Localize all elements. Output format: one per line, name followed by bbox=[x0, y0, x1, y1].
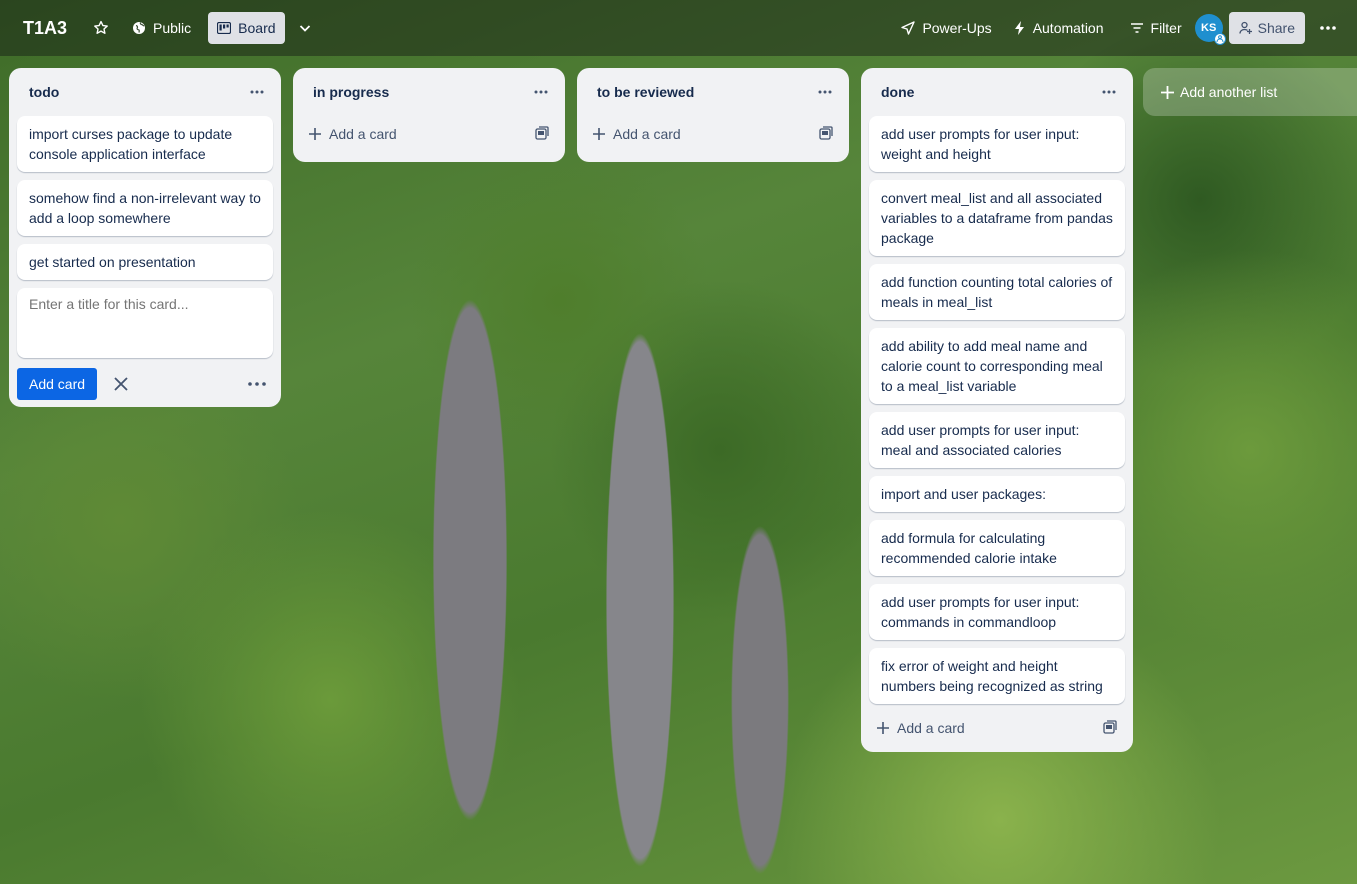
close-icon bbox=[114, 377, 128, 391]
list-menu-button[interactable] bbox=[529, 80, 553, 104]
avatar[interactable]: KS bbox=[1194, 14, 1226, 45]
list-title[interactable]: todo bbox=[29, 84, 59, 100]
board-view-icon bbox=[217, 22, 232, 34]
add-card-label: Add a card bbox=[613, 126, 681, 142]
list-header: in progress bbox=[301, 68, 557, 116]
chevron-down-icon bbox=[299, 25, 310, 32]
plus-icon bbox=[309, 128, 321, 140]
plus-icon bbox=[593, 128, 605, 140]
board-view-label: Board bbox=[238, 20, 276, 36]
add-card-button[interactable]: Add a card bbox=[593, 126, 681, 142]
filter-label: Filter bbox=[1150, 20, 1182, 36]
add-card-row: Add a card bbox=[301, 116, 557, 152]
more-icon bbox=[1102, 90, 1116, 94]
composer-options-button[interactable] bbox=[245, 372, 269, 396]
share-label: Share bbox=[1257, 20, 1295, 36]
card[interactable]: add ability to add meal name and calorie… bbox=[869, 328, 1125, 404]
power-ups-label: Power-Ups bbox=[922, 20, 992, 36]
template-icon bbox=[535, 125, 549, 140]
list-header: done bbox=[869, 68, 1125, 116]
list-done: done add user prompts for user input: we… bbox=[861, 68, 1133, 752]
star-icon bbox=[94, 20, 108, 34]
composer-actions: Add card bbox=[17, 360, 273, 408]
add-card-button[interactable]: Add card bbox=[17, 368, 98, 400]
board-view-button[interactable]: Board bbox=[208, 12, 285, 44]
automation-button[interactable]: Automation bbox=[1005, 12, 1113, 44]
visibility-button[interactable]: Public bbox=[123, 12, 200, 44]
add-card-label: Add a card bbox=[329, 126, 397, 142]
card[interactable]: import and user packages: bbox=[869, 476, 1125, 512]
card[interactable]: add user prompts for user input: command… bbox=[869, 584, 1125, 640]
list-to-be-reviewed: to be reviewed Add a card bbox=[577, 68, 849, 162]
lightning-icon bbox=[1014, 21, 1024, 35]
list-title[interactable]: in progress bbox=[313, 84, 389, 100]
avatar-initials: KS bbox=[1201, 22, 1217, 34]
list-title[interactable]: done bbox=[881, 84, 914, 100]
share-button[interactable]: Share bbox=[1228, 12, 1305, 44]
card[interactable]: convert meal_list and all associated var… bbox=[869, 180, 1125, 256]
board-menu-button[interactable] bbox=[1311, 12, 1345, 44]
create-from-template-button[interactable] bbox=[535, 125, 549, 143]
list-todo: todo import curses package to update con… bbox=[9, 68, 281, 407]
add-card-button[interactable]: Add a card bbox=[877, 720, 965, 736]
add-card-row: Add a card bbox=[869, 710, 1125, 746]
list-menu-button[interactable] bbox=[1097, 80, 1121, 104]
create-from-template-button[interactable] bbox=[819, 125, 833, 143]
filter-icon bbox=[1130, 23, 1143, 33]
card[interactable]: add user prompts for user input: weight … bbox=[869, 116, 1125, 172]
card[interactable]: somehow find a non-irrelevant way to add… bbox=[17, 180, 273, 236]
list-menu-button[interactable] bbox=[245, 80, 269, 104]
add-another-list-button[interactable]: Add another list bbox=[1143, 68, 1357, 116]
power-ups-button[interactable]: Power-Ups bbox=[892, 12, 1000, 44]
list-header: todo bbox=[17, 68, 273, 116]
views-dropdown-button[interactable] bbox=[289, 12, 321, 44]
globe-icon bbox=[133, 22, 146, 34]
card[interactable]: get started on presentation bbox=[17, 244, 273, 280]
admin-badge-icon bbox=[1213, 33, 1226, 45]
add-person-icon bbox=[1238, 21, 1252, 34]
more-icon bbox=[534, 90, 548, 94]
list-in-progress: in progress Add a card bbox=[293, 68, 565, 162]
template-icon bbox=[1103, 719, 1117, 734]
add-card-label: Add a card bbox=[897, 720, 965, 736]
more-icon bbox=[248, 382, 266, 386]
more-icon bbox=[1320, 26, 1336, 30]
list-title[interactable]: to be reviewed bbox=[597, 84, 694, 100]
add-card-button[interactable]: Add a card bbox=[309, 126, 397, 142]
star-button[interactable] bbox=[85, 12, 117, 44]
card[interactable]: add function counting total calories of … bbox=[869, 264, 1125, 320]
add-card-row: Add a card bbox=[585, 116, 841, 152]
list-header: to be reviewed bbox=[585, 68, 841, 116]
add-another-list-label: Add another list bbox=[1180, 84, 1278, 100]
list-menu-button[interactable] bbox=[813, 80, 837, 104]
board-title[interactable]: T1A3 bbox=[23, 18, 67, 39]
rocket-icon bbox=[901, 21, 916, 35]
create-from-template-button[interactable] bbox=[1103, 719, 1117, 737]
plus-icon bbox=[877, 722, 889, 734]
more-icon bbox=[250, 90, 264, 94]
card[interactable]: import curses package to update console … bbox=[17, 116, 273, 172]
visibility-label: Public bbox=[153, 20, 192, 36]
card[interactable]: add formula for calculating recommended … bbox=[869, 520, 1125, 576]
template-icon bbox=[819, 125, 833, 140]
more-icon bbox=[818, 90, 832, 94]
card[interactable]: add user prompts for user input: meal an… bbox=[869, 412, 1125, 468]
close-composer-button[interactable] bbox=[109, 372, 133, 396]
plus-icon bbox=[1161, 85, 1174, 99]
card-title-input[interactable] bbox=[17, 288, 273, 358]
board-header: T1A3 Public Board Power-Ups Automation F… bbox=[0, 0, 1357, 56]
card[interactable]: fix error of weight and height numbers b… bbox=[869, 648, 1125, 704]
automation-label: Automation bbox=[1032, 20, 1104, 36]
filter-button[interactable]: Filter bbox=[1121, 12, 1191, 44]
